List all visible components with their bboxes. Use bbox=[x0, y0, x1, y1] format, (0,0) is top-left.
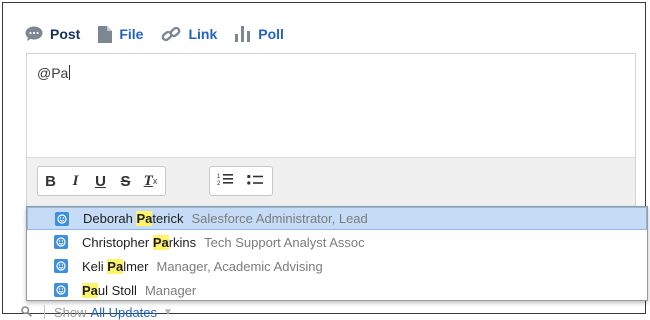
name-suffix: ul Stoll bbox=[97, 282, 137, 298]
feed-footer: Show All Updates ▼ bbox=[21, 304, 173, 320]
name-suffix: lmer bbox=[123, 258, 149, 274]
chat-bubble-icon bbox=[25, 26, 43, 42]
clear-format-button[interactable]: Tx bbox=[138, 168, 163, 194]
user-avatar-icon bbox=[54, 259, 68, 273]
publisher-tabs: Post File Link Poll bbox=[25, 23, 302, 45]
clear-format-sub: x bbox=[152, 176, 158, 186]
user-avatar-icon bbox=[55, 211, 69, 226]
underline-button[interactable]: U bbox=[88, 168, 113, 194]
mention-title: Manager, Academic Advising bbox=[156, 258, 323, 274]
post-composer[interactable]: @Pa B I U S Tx 12 bbox=[26, 53, 636, 208]
italic-button[interactable]: I bbox=[63, 168, 88, 194]
format-toolbar: B I U S Tx 12 bbox=[27, 157, 635, 208]
file-icon bbox=[98, 25, 113, 43]
numbered-list-button[interactable]: 12 bbox=[210, 168, 240, 194]
tab-file[interactable]: File bbox=[98, 25, 144, 43]
name-suffix: rkins bbox=[168, 234, 197, 250]
svg-text:1: 1 bbox=[217, 174, 221, 180]
user-avatar-icon bbox=[54, 283, 68, 297]
tab-link[interactable]: Link bbox=[161, 25, 217, 43]
mention-name: Deborah Paterick bbox=[83, 211, 183, 226]
clear-format-glyph: T bbox=[143, 172, 153, 189]
mention-name: Christopher Parkins bbox=[82, 234, 197, 250]
name-prefix: Deborah bbox=[83, 211, 137, 226]
footer-divider bbox=[44, 305, 45, 319]
user-avatar-icon bbox=[54, 235, 68, 249]
name-match-highlight: Pa bbox=[107, 258, 124, 274]
chevron-down-icon[interactable]: ▼ bbox=[163, 307, 173, 318]
text-cursor bbox=[69, 65, 71, 80]
mention-option[interactable]: Christopher Parkins Tech Support Analyst… bbox=[27, 230, 647, 254]
name-match-highlight: Pa bbox=[136, 211, 153, 226]
numbered-list-icon: 12 bbox=[217, 172, 233, 190]
mention-option[interactable]: Deborah Paterick Salesforce Administrato… bbox=[27, 207, 647, 230]
search-icon[interactable] bbox=[21, 305, 32, 320]
name-match-highlight: Pa bbox=[152, 234, 169, 250]
show-label: Show bbox=[54, 304, 87, 320]
composer-input[interactable]: @Pa bbox=[37, 65, 71, 81]
mention-title: Tech Support Analyst Assoc bbox=[204, 234, 365, 250]
name-prefix: Keli bbox=[82, 258, 108, 274]
svg-text:2: 2 bbox=[217, 181, 221, 186]
bulleted-list-button[interactable] bbox=[240, 168, 270, 194]
tab-poll-label: Poll bbox=[258, 26, 284, 42]
mention-title: Manager bbox=[144, 282, 197, 298]
mention-name: Paul Stoll bbox=[82, 282, 137, 298]
list-group: 12 bbox=[209, 166, 273, 196]
tab-link-label: Link bbox=[188, 26, 218, 42]
name-suffix: terick bbox=[152, 211, 184, 226]
mention-suggestions: Deborah Paterick Salesforce Administrato… bbox=[26, 206, 648, 301]
strikethrough-button[interactable]: S bbox=[113, 168, 138, 194]
mention-title: Salesforce Administrator, Lead bbox=[191, 211, 368, 226]
bar-chart-icon bbox=[235, 26, 251, 42]
mention-option[interactable]: Keli Palmer Manager, Academic Advising bbox=[27, 254, 647, 278]
bulleted-list-icon bbox=[247, 173, 263, 190]
name-prefix: Christopher bbox=[82, 234, 153, 250]
composer-text: @Pa bbox=[37, 65, 69, 81]
bold-button[interactable]: B bbox=[38, 168, 63, 194]
mention-name: Keli Palmer bbox=[82, 258, 149, 274]
text-style-group: B I U S Tx bbox=[37, 166, 166, 196]
tab-post[interactable]: Post bbox=[25, 26, 80, 42]
publisher-frame: Post File Link Poll @Pa B I U S T x 1 2 … bbox=[2, 2, 648, 320]
link-icon bbox=[161, 25, 181, 43]
mention-option[interactable]: Paul Stoll Manager bbox=[27, 278, 647, 302]
tab-file-label: File bbox=[119, 26, 144, 42]
tab-poll[interactable]: Poll bbox=[235, 26, 284, 42]
tab-post-label: Post bbox=[50, 26, 81, 42]
name-match-highlight: Pa bbox=[82, 282, 98, 298]
feed-filter-link[interactable]: All Updates bbox=[91, 305, 157, 320]
